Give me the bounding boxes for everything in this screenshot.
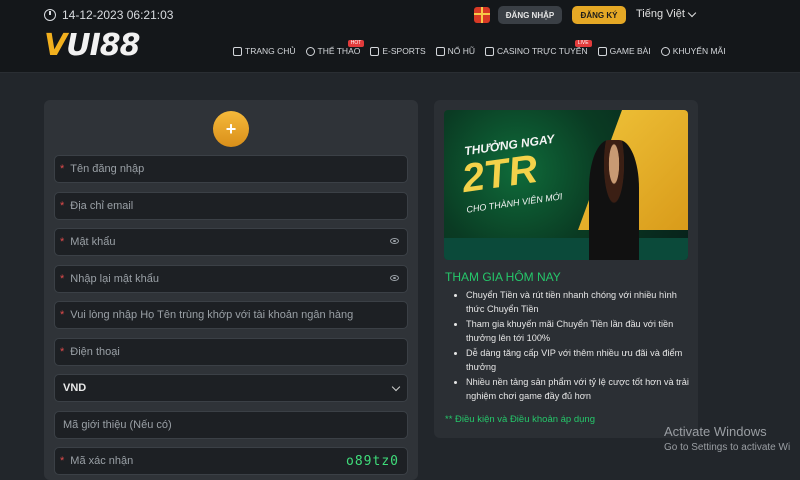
language-label: Tiếng Việt — [636, 8, 685, 20]
list-item: Dễ dàng tăng cấp VIP với thêm nhiều ưu đ… — [466, 346, 696, 374]
required-mark: * — [60, 346, 65, 358]
promo-icon — [660, 46, 670, 56]
nav-label: KHUYẾN MÃI — [672, 46, 726, 56]
referral-placeholder: Mã giới thiệu (Nếu có) — [63, 419, 172, 431]
nav-item-casino[interactable]: CASINO TRỰC TUYẾN LIVE — [485, 40, 592, 56]
phone-placeholder: Điện thoại — [70, 346, 120, 358]
eye-icon[interactable] — [390, 238, 399, 244]
gift-icon[interactable] — [474, 7, 490, 23]
site-logo[interactable]: VUI88 — [44, 28, 141, 63]
logo-rest: UI88 — [66, 28, 140, 63]
watermark-subtitle: Go to Settings to activate Wi — [664, 442, 791, 453]
required-mark: * — [60, 236, 65, 248]
promo-panel: THƯỞNG NGAY 2TR CHO THÀNH VIÊN MỚI THAM … — [434, 100, 698, 438]
captcha-placeholder: Mã xác nhận — [70, 455, 134, 467]
captcha-code: o89tz0 — [346, 454, 399, 469]
email-field[interactable]: * Địa chỉ email — [54, 192, 408, 220]
nav-label: NỔ HŨ — [447, 46, 476, 56]
datetime-text: 14-12-2023 06:21:03 — [62, 8, 174, 22]
live-badge: LIVE — [574, 40, 592, 47]
confirm-password-field[interactable]: * Nhập lại mật khẩu — [54, 265, 408, 293]
slot-icon — [435, 46, 445, 56]
phone-field[interactable]: * Điện thoại — [54, 338, 408, 366]
nav-item-sports[interactable]: THỂ THAO HOT — [305, 40, 365, 56]
fullname-field[interactable]: * Vui lòng nhập Họ Tên trùng khớp với tài… — [54, 301, 408, 329]
required-mark: * — [60, 200, 65, 212]
required-mark: * — [60, 273, 65, 285]
required-mark: * — [60, 309, 65, 321]
list-item: Tham gia khuyến mãi Chuyển Tiền lần đầu … — [466, 317, 696, 345]
list-item: Chuyển Tiền và rút tiền nhanh chóng với … — [466, 288, 696, 316]
required-mark: * — [60, 455, 65, 467]
nav-item-esports[interactable]: E-SPORTS — [370, 46, 426, 56]
email-placeholder: Địa chỉ email — [70, 200, 134, 212]
logo-v: V — [44, 28, 67, 63]
add-user-icon: + — [213, 111, 249, 147]
clock-icon — [44, 9, 56, 21]
promo-banner[interactable]: THƯỞNG NGAY 2TR CHO THÀNH VIÊN MỚI — [444, 110, 688, 260]
currency-select[interactable]: VND — [54, 374, 408, 402]
casino-table — [444, 238, 688, 260]
nav-label: THỂ THAO — [317, 46, 361, 56]
home-icon — [233, 46, 242, 56]
confirm-password-placeholder: Nhập lại mật khẩu — [70, 273, 159, 285]
referral-field[interactable]: Mã giới thiệu (Nếu có) — [54, 411, 408, 439]
watermark-title: Activate Windows — [664, 424, 767, 439]
gamepad-icon — [370, 46, 380, 56]
card-game-icon — [597, 46, 607, 56]
nav-item-promotions[interactable]: KHUYẾN MÃI — [660, 46, 726, 56]
nav-label: TRANG CHỦ — [245, 46, 296, 56]
language-selector[interactable]: Tiếng Việt — [636, 8, 697, 20]
eye-icon[interactable] — [390, 275, 399, 281]
nav-label: E-SPORTS — [382, 46, 426, 56]
promo-list: Chuyển Tiền và rút tiền nhanh chóng với … — [456, 288, 696, 404]
main-nav: TRANG CHỦ THỂ THAO HOT E-SPORTS NỔ HŨ CAS… — [233, 40, 726, 56]
datetime-display: 14-12-2023 06:21:03 — [44, 8, 173, 22]
nav-item-slots[interactable]: NỔ HŨ — [435, 46, 476, 56]
promo-title: THAM GIA HÔM NAY — [445, 270, 561, 284]
ball-icon — [305, 46, 315, 56]
chevron-down-icon — [687, 8, 697, 17]
site-header: 14-12-2023 06:21:03 VUI88 ĐĂNG NHẬP ĐĂNG… — [0, 0, 800, 73]
nav-label: CASINO TRỰC TUYẾN — [497, 46, 588, 56]
nav-item-home[interactable]: TRANG CHỦ — [233, 46, 296, 56]
registration-form: + * Tên đăng nhập * Địa chỉ email * Mật khẩ… — [44, 100, 418, 480]
captcha-field[interactable]: * Mã xác nhận o89tz0 — [54, 447, 408, 475]
login-button[interactable]: ĐĂNG NHẬP — [498, 6, 562, 24]
register-button[interactable]: ĐĂNG KÝ — [572, 6, 626, 24]
fullname-placeholder: Vui lòng nhập Họ Tên trùng khớp với tài … — [70, 309, 354, 321]
list-item: Nhiều nền tảng sản phẩm với tỷ lệ cược t… — [466, 375, 696, 403]
username-placeholder: Tên đăng nhập — [70, 163, 145, 175]
chevron-down-icon — [391, 382, 401, 392]
cards-icon — [485, 46, 495, 56]
currency-value: VND — [63, 382, 87, 394]
required-mark: * — [60, 163, 65, 175]
dealer-figure — [589, 140, 639, 260]
password-placeholder: Mật khẩu — [70, 236, 116, 248]
username-field[interactable]: * Tên đăng nhập — [54, 155, 408, 183]
password-field[interactable]: * Mật khẩu — [54, 228, 408, 256]
banner-amount: 2TR — [459, 146, 541, 202]
nav-item-card-games[interactable]: GAME BÀI — [597, 46, 651, 56]
hot-badge: HOT — [347, 40, 365, 47]
nav-label: GAME BÀI — [609, 46, 651, 56]
terms-link[interactable]: ** Điều kiện và Điều khoản áp dụng — [445, 414, 595, 425]
